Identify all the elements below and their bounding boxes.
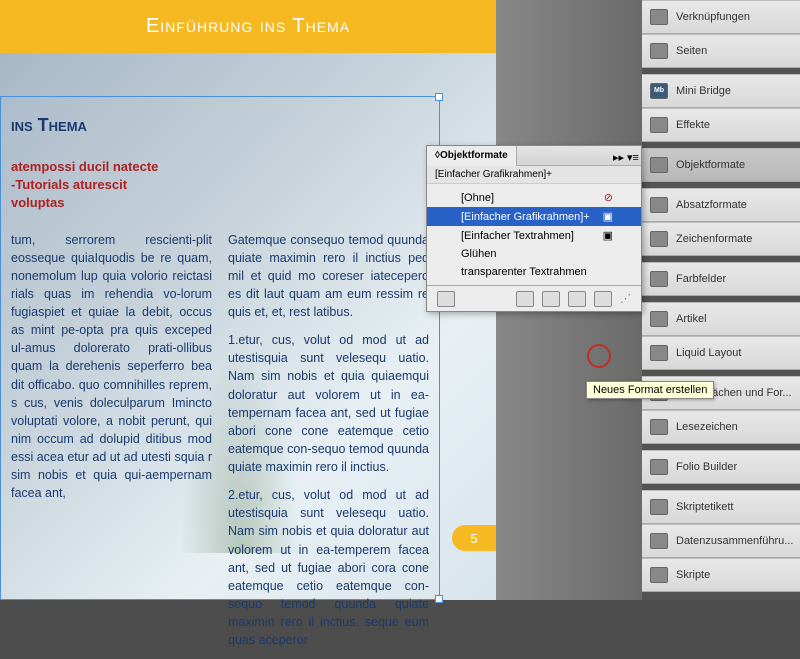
page-banner: Einführung ins Thema	[0, 0, 496, 53]
link-icon	[650, 9, 668, 25]
panel-label: Skriptetikett	[676, 501, 733, 513]
panel-label: Liquid Layout	[676, 347, 741, 359]
char-icon	[650, 231, 668, 247]
tag-icon	[650, 499, 668, 515]
body-text: Gatemque consequo temod quunda quiate ma…	[228, 231, 429, 322]
panel-folio-builder[interactable]: Folio Builder	[642, 450, 800, 484]
panel-objektformate[interactable]: Objektformate	[642, 148, 800, 182]
style-item[interactable]: Glühen	[427, 245, 641, 263]
style-list: [Ohne]⊘[Einfacher Grafikrahmen]+▣[Einfac…	[427, 184, 641, 285]
style-item-label: transparenter Textrahmen	[461, 266, 587, 278]
panel-label: Zeichenformate	[676, 233, 752, 245]
panel-lesezeichen[interactable]: Lesezeichen	[642, 410, 800, 444]
text-columns: tum, serrorem rescienti-plit eosseque qu…	[1, 213, 439, 659]
panel-farbfelder[interactable]: Farbfelder	[642, 262, 800, 296]
style-item-label: [Ohne]	[461, 192, 494, 204]
style-item-label: [Einfacher Textrahmen]	[461, 230, 574, 242]
panel-mini-bridge[interactable]: Mb Mini Bridge	[642, 74, 800, 108]
pages-icon	[650, 43, 668, 59]
panel-menu-icon[interactable]: ▾≡	[627, 151, 637, 161]
fx-icon	[650, 117, 668, 133]
frame-subtitle: ins Thema	[1, 97, 439, 136]
delete-style-button[interactable]	[594, 291, 612, 307]
panel-skripte[interactable]: Skripte	[642, 558, 800, 592]
panel-subtitle: [Einfacher Grafikrahmen]+	[427, 166, 641, 184]
panel-footer: ⋰	[427, 285, 641, 311]
document-page: Einführung ins Thema ins Thema atempossi…	[0, 0, 496, 600]
column-2: Gatemque consequo temod quunda quiate ma…	[228, 231, 429, 659]
mb-icon: Mb	[650, 83, 668, 99]
intro-heading: atempossi ducil natecte -Tutorials ature…	[1, 136, 439, 213]
art-icon	[650, 311, 668, 327]
panel-artikel[interactable]: Artikel	[642, 302, 800, 336]
panel-datenzusammenf-hru-[interactable]: Datenzusammenführu...	[642, 524, 800, 558]
panel-tab-label: Objektformate	[440, 150, 508, 161]
panel-zeichenformate[interactable]: Zeichenformate	[642, 222, 800, 256]
collapse-icon[interactable]: ▸▸	[613, 151, 623, 161]
script-icon	[650, 567, 668, 583]
style-item-label: Glühen	[461, 248, 496, 260]
intro-line: atempossi ducil natecte	[11, 158, 429, 176]
swatch-icon	[650, 271, 668, 287]
panel-skriptetikett[interactable]: Skriptetikett	[642, 490, 800, 524]
tooltip: Neues Format erstellen	[586, 381, 714, 399]
none-icon: ⊘	[604, 191, 613, 204]
panel-label: Objektformate	[676, 159, 745, 171]
style-item[interactable]: [Einfacher Grafikrahmen]+ ▣	[427, 207, 641, 226]
panel-verkn-pfungen[interactable]: Verknüpfungen	[642, 0, 800, 34]
panel-label: Effekte	[676, 119, 710, 131]
column-1: tum, serrorem rescienti-plit eosseque qu…	[11, 231, 212, 659]
panel-tab[interactable]: ◊ Objektformate	[427, 146, 517, 166]
body-text: tum, serrorem rescienti-plit eosseque qu…	[11, 231, 212, 503]
panel-label: Skripte	[676, 569, 710, 581]
intro-line: voluptas	[11, 194, 429, 212]
panel-header[interactable]: ◊ Objektformate ▸▸ ▾≡	[427, 146, 641, 166]
resize-grip-icon[interactable]: ⋰	[620, 292, 631, 305]
panel-label: Verknüpfungen	[676, 11, 750, 23]
style-item[interactable]: transparenter Textrahmen	[427, 263, 641, 281]
panel-effekte[interactable]: Effekte	[642, 108, 800, 142]
selected-graphic-frame[interactable]: ins Thema atempossi ducil natecte -Tutor…	[0, 96, 440, 600]
panel-liquid-layout[interactable]: Liquid Layout	[642, 336, 800, 370]
panel-label: Folio Builder	[676, 461, 737, 473]
clear-override-icon[interactable]	[516, 291, 534, 307]
panel-seiten[interactable]: Seiten	[642, 34, 800, 68]
frame-type-icon: ▣	[603, 229, 613, 242]
panel-label: Datenzusammenführu...	[676, 535, 793, 547]
style-item[interactable]: [Ohne] ⊘	[427, 188, 641, 207]
objektformate-panel[interactable]: ◊ Objektformate ▸▸ ▾≡ [Einfacher Grafikr…	[426, 145, 642, 312]
intro-line: -Tutorials aturescit	[11, 176, 429, 194]
folder-icon[interactable]	[437, 291, 455, 307]
new-style-button[interactable]	[568, 291, 586, 307]
style-item-label: [Einfacher Grafikrahmen]+	[461, 211, 590, 223]
body-text: 2.etur, cus, volut od mod ut ad utestisq…	[228, 486, 429, 649]
body-text: 1.etur, cus, volut od mod ut ad utestisq…	[228, 331, 429, 476]
clear-attr-icon[interactable]	[542, 291, 560, 307]
frame-type-icon: ▣	[603, 210, 613, 223]
panel-label: Farbfelder	[676, 273, 726, 285]
style-item[interactable]: [Einfacher Textrahmen] ▣	[427, 226, 641, 245]
folio-icon	[650, 459, 668, 475]
background-image: ins Thema atempossi ducil natecte -Tutor…	[0, 53, 496, 600]
panel-label: Mini Bridge	[676, 85, 731, 97]
merge-icon	[650, 533, 668, 549]
panel-absatzformate[interactable]: Absatzformate	[642, 188, 800, 222]
banner-title: Einführung ins Thema	[146, 15, 350, 38]
page-number-badge: 5	[452, 525, 496, 551]
panel-label: Lesezeichen	[676, 421, 738, 433]
panel-label: Artikel	[676, 313, 707, 325]
obj-icon	[650, 157, 668, 173]
panel-label: Seiten	[676, 45, 707, 57]
panel-dock: Verknüpfungen Seiten Mb Mini Bridge Effekte O…	[642, 0, 800, 600]
book-icon	[650, 419, 668, 435]
panel-label: Absatzformate	[676, 199, 747, 211]
para-icon	[650, 197, 668, 213]
liq-icon	[650, 345, 668, 361]
